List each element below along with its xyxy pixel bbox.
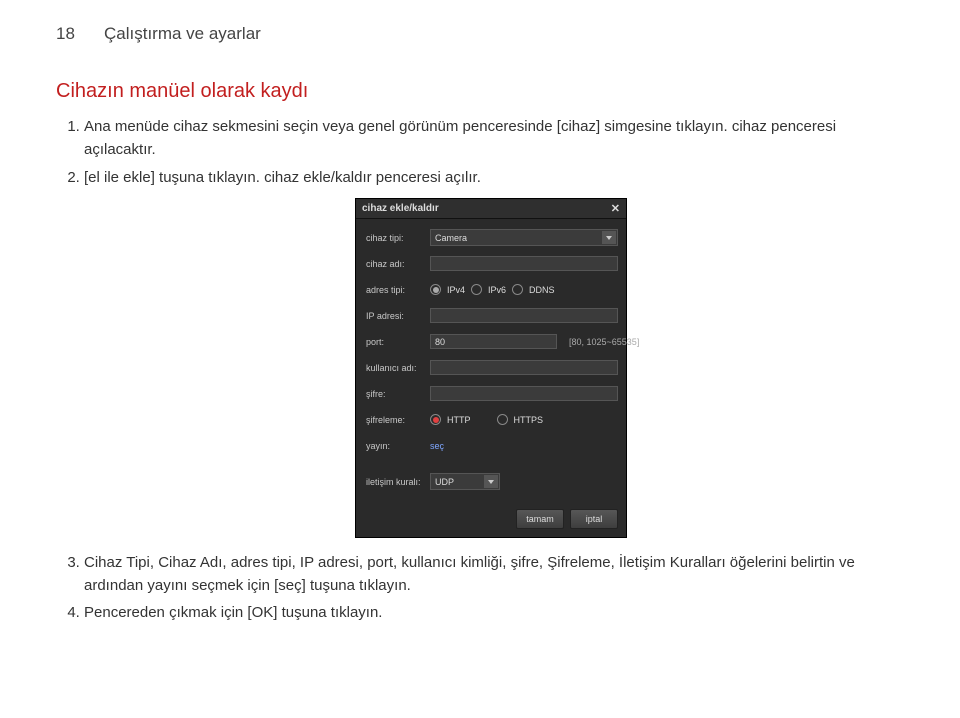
page-header: 18 Çalıştırma ve ayarlar [56, 24, 904, 44]
port-input[interactable] [430, 334, 557, 349]
label-protocol: iletişim kuralı: [366, 477, 430, 487]
step-4: Pencereden çıkmak için [OK] tuşuna tıkla… [84, 601, 904, 624]
label-stream: yayın: [366, 441, 430, 451]
steps-list: Ana menüde cihaz sekmesini seçin veya ge… [56, 115, 904, 189]
label-user: kullanıcı adı: [366, 363, 430, 373]
device-type-select[interactable]: Camera [430, 229, 618, 246]
pass-input[interactable] [430, 386, 618, 401]
radio-https-label: HTTPS [514, 415, 544, 425]
chevron-down-icon [602, 231, 616, 244]
radio-https[interactable] [497, 414, 508, 425]
ok-button[interactable]: tamam [516, 509, 564, 529]
protocol-value: UDP [435, 477, 454, 487]
ip-input[interactable] [430, 308, 618, 323]
radio-ipv6-label: IPv6 [488, 285, 506, 295]
device-name-input[interactable] [430, 256, 618, 271]
radio-ddns-label: DDNS [529, 285, 555, 295]
step-2: [el ile ekle] tuşuna tıklayın. cihaz ekl… [84, 166, 904, 189]
add-remove-device-dialog: cihaz ekle/kaldır ✕ cihaz tipi: Camera c… [356, 199, 626, 537]
device-type-value: Camera [435, 233, 467, 243]
radio-ipv4[interactable] [430, 284, 441, 295]
label-address-type: adres tipi: [366, 285, 430, 295]
radio-ddns[interactable] [512, 284, 523, 295]
steps-list-continued: Cihaz Tipi, Cihaz Adı, adres tipi, IP ad… [56, 551, 904, 625]
label-device-type: cihaz tipi: [366, 233, 430, 243]
dialog-titlebar: cihaz ekle/kaldır ✕ [356, 199, 626, 219]
label-ip: IP adresi: [366, 311, 430, 321]
label-pass: şifre: [366, 389, 430, 399]
label-port: port: [366, 337, 430, 347]
label-device-name: cihaz adı: [366, 259, 430, 269]
stream-select-link[interactable]: seç [430, 441, 444, 451]
dialog-title: cihaz ekle/kaldır [362, 203, 439, 214]
protocol-select[interactable]: UDP [430, 473, 500, 490]
port-hint: [80, 1025~65535] [569, 337, 639, 347]
user-input[interactable] [430, 360, 618, 375]
dialog-screenshot: cihaz ekle/kaldır ✕ cihaz tipi: Camera c… [356, 199, 904, 537]
radio-ipv4-label: IPv4 [447, 285, 465, 295]
section-title: Cihazın manüel olarak kaydı [56, 80, 904, 103]
radio-http-label: HTTP [447, 415, 471, 425]
step-3: Cihaz Tipi, Cihaz Adı, adres tipi, IP ad… [84, 551, 904, 598]
radio-ipv6[interactable] [471, 284, 482, 295]
radio-http[interactable] [430, 414, 441, 425]
cancel-button[interactable]: iptal [570, 509, 618, 529]
page-header-title: Çalıştırma ve ayarlar [104, 24, 261, 44]
close-icon[interactable]: ✕ [611, 202, 620, 215]
chevron-down-icon [484, 475, 498, 488]
label-encryption: şifreleme: [366, 415, 430, 425]
page-number: 18 [56, 24, 86, 44]
step-1: Ana menüde cihaz sekmesini seçin veya ge… [84, 115, 904, 162]
